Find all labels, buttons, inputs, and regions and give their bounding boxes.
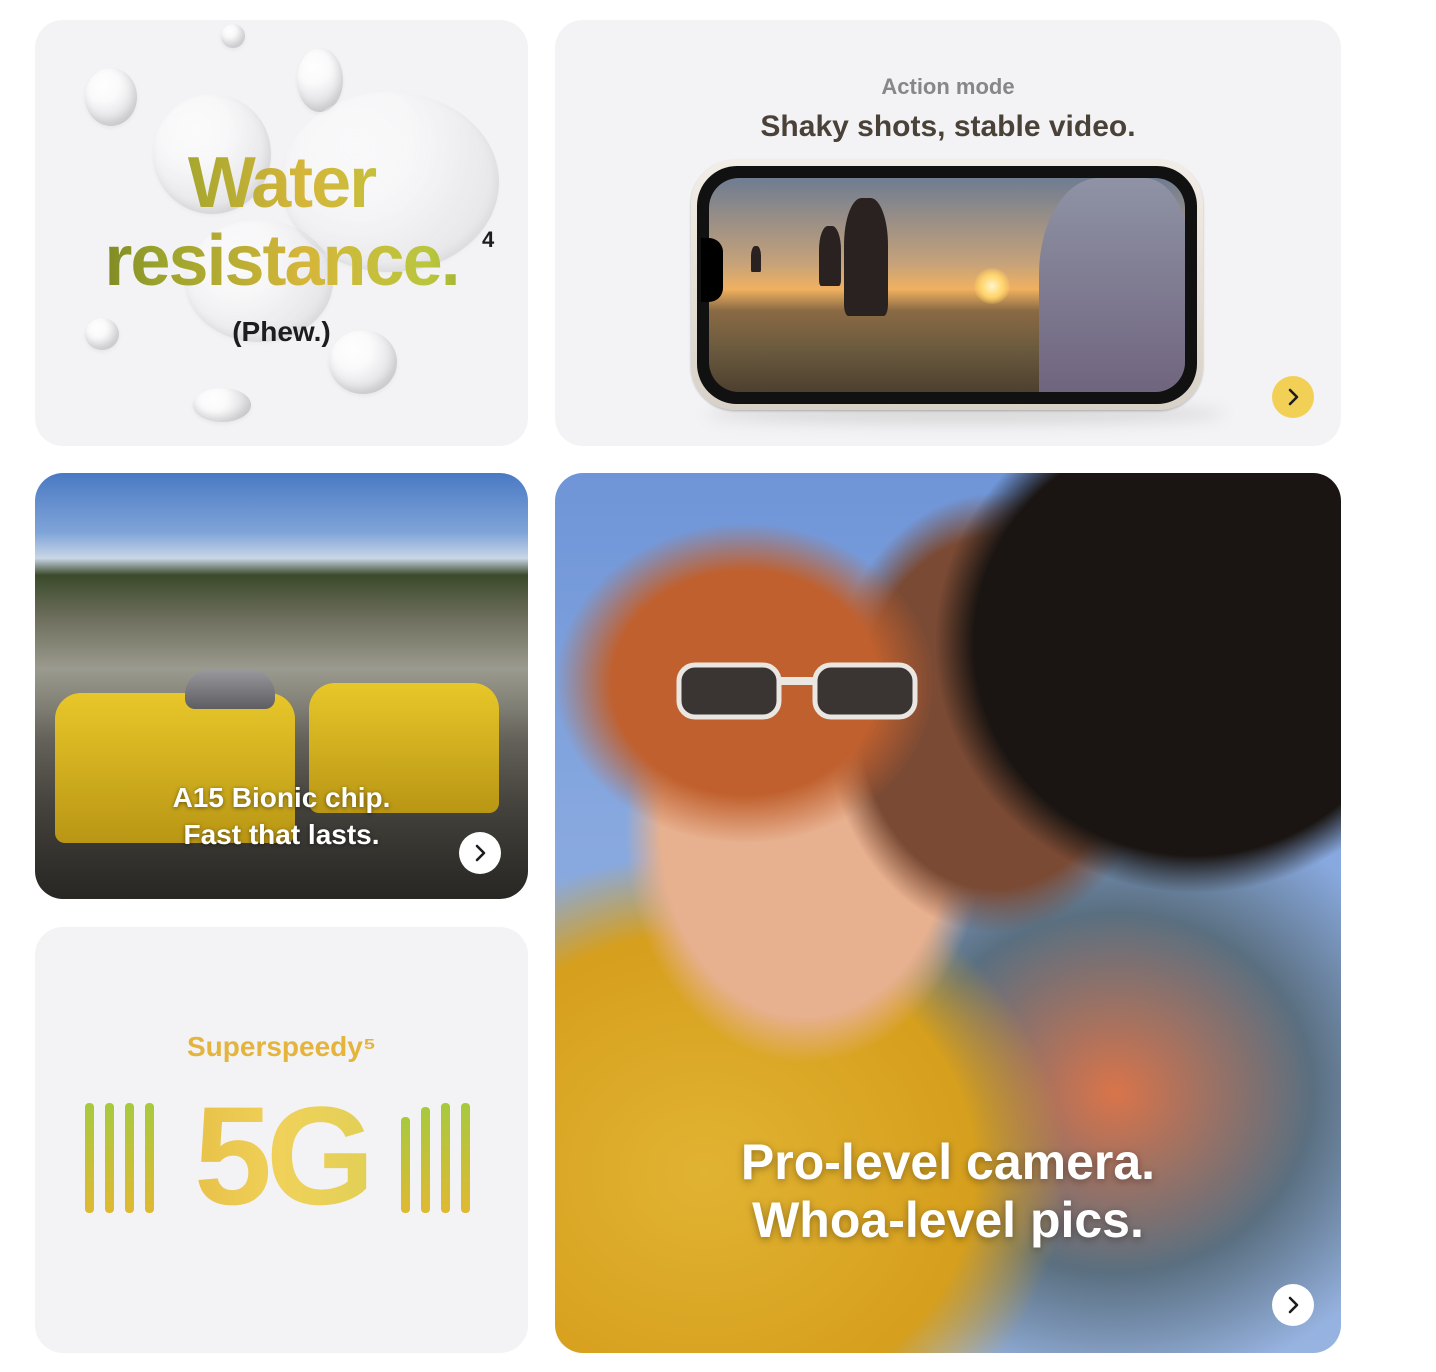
water-drop-graphic [193, 388, 251, 422]
a15-chip-tile[interactable]: A15 Bionic chip. Fast that lasts. [35, 473, 528, 899]
sunglasses-graphic [676, 662, 918, 720]
action-mode-tile[interactable]: Action mode Shaky shots, stable video. [555, 20, 1341, 446]
runner-figure [1039, 178, 1185, 392]
a15-chip-more-button[interactable] [459, 832, 501, 874]
camera-caption-line1: Pro-level camera. [740, 1134, 1156, 1190]
water-drop-graphic [85, 68, 137, 126]
5g-tile: Superspeedy⁵ 5G [35, 927, 528, 1353]
action-mode-more-button[interactable] [1272, 376, 1314, 418]
camera-tile[interactable]: Pro-level camera. Whoa-level pics. [555, 473, 1341, 1353]
runner-figure [844, 198, 888, 316]
chip-caption-line1: A15 Bionic chip. [172, 782, 391, 813]
water-drop-graphic [221, 24, 245, 48]
water-title-line1: Water [35, 142, 528, 224]
camera-caption-line2: Whoa-level pics. [752, 1192, 1144, 1248]
5g-wordmark: 5G [35, 1075, 528, 1237]
chevron-right-icon [1288, 1296, 1299, 1314]
chip-caption-line2: Fast that lasts. [183, 819, 380, 850]
race-car-graphic [185, 669, 275, 709]
runner-figure [751, 246, 761, 272]
camera-more-button[interactable] [1272, 1284, 1314, 1326]
water-resistance-tile: Water resistance. 4 (Phew.) [35, 20, 528, 446]
chevron-right-icon [1288, 388, 1299, 406]
action-mode-headline: Shaky shots, stable video. [760, 110, 1136, 143]
action-mode-eyebrow: Action mode [881, 74, 1015, 99]
iphone-image [691, 160, 1203, 410]
a15-chip-caption: A15 Bionic chip. Fast that lasts. [35, 779, 528, 853]
water-subtitle: (Phew.) [232, 316, 331, 347]
action-video-screen [709, 178, 1185, 392]
water-title-line2: resistance. [35, 220, 528, 302]
phone-bezel [697, 166, 1197, 404]
sun-graphic [974, 268, 1010, 304]
superspeedy-eyebrow: Superspeedy⁵ [187, 1031, 376, 1062]
phone-notch [701, 238, 723, 302]
runner-figure [819, 226, 841, 286]
footnote-marker[interactable]: 4 [482, 227, 494, 253]
chevron-right-icon [475, 844, 486, 862]
camera-caption: Pro-level camera. Whoa-level pics. [555, 1133, 1341, 1249]
